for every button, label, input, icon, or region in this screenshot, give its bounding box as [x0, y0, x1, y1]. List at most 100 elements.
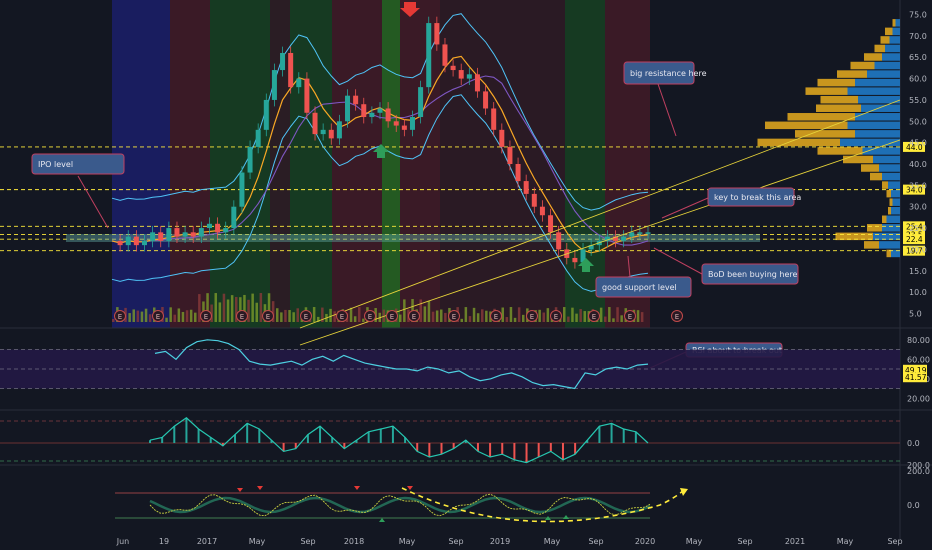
earnings-marker-label: E — [266, 313, 270, 321]
volume-profile-buy — [892, 19, 896, 27]
volume-bar — [599, 307, 603, 322]
volume-profile-sell — [882, 224, 900, 232]
regime-band-green-bright — [382, 0, 400, 328]
rsi-value-label: 41.57 — [905, 373, 927, 382]
volume-bar — [505, 317, 509, 322]
volume-profile-buy — [757, 138, 840, 147]
volume-profile-sell — [867, 70, 900, 78]
volume-bar — [247, 299, 250, 322]
time-axis-label: May — [686, 537, 703, 546]
volume-profile-buy — [817, 147, 863, 155]
volume-bar — [640, 312, 644, 322]
volume-profile-sell — [886, 215, 900, 224]
earnings-marker-label: E — [494, 313, 498, 321]
candle-body — [466, 74, 472, 79]
volume-profile-sell — [873, 155, 900, 164]
rsi-axis-label: 20.00 — [907, 394, 930, 403]
candle-body — [507, 146, 513, 164]
volume-bar — [333, 311, 336, 322]
annotation-text: good support level — [602, 283, 677, 292]
volume-bar — [362, 318, 365, 322]
volume-bar — [194, 312, 197, 322]
volume-profile-sell — [882, 53, 900, 61]
volume-bar — [464, 307, 468, 322]
chart-canvas[interactable]: 44.034.025.423.522.419.7 EEEEEEEEEEEEEEE… — [0, 0, 932, 550]
candle-body — [296, 78, 302, 88]
volume-bar — [444, 312, 447, 322]
volume-profile-buy — [867, 224, 882, 232]
volume-bar — [218, 302, 222, 322]
price-axis-label: 60.0 — [909, 75, 927, 84]
volume-bar — [608, 307, 611, 322]
volume-profile-buy — [880, 36, 890, 44]
time-axis-label: May — [544, 537, 561, 546]
earnings-marker-label: E — [675, 313, 679, 321]
time-axis-label: May — [399, 537, 416, 546]
candle-body — [215, 223, 221, 233]
volume-bar — [222, 293, 226, 322]
volume-bar — [255, 302, 258, 322]
candle-body — [231, 206, 237, 229]
candle-body — [539, 206, 545, 216]
earnings-marker-label: E — [592, 313, 596, 321]
volume-profile-buy — [787, 113, 855, 121]
volume-profile-buy — [817, 78, 855, 87]
volume-bar — [169, 307, 172, 322]
volume-bar — [431, 311, 435, 322]
price-axis[interactable]: 5.0 10.0 15.0 20.0 25.0 30.0 35.0 40.0 45.0 50.0 5… — [909, 11, 927, 319]
candle-body — [629, 232, 635, 237]
volume-profile-sell — [879, 241, 900, 249]
earnings-marker-label: E — [628, 313, 632, 321]
volume-bar — [563, 307, 566, 322]
candle-body — [117, 240, 123, 246]
volume-bar — [148, 314, 152, 322]
volume-bar — [136, 310, 140, 322]
volume-bar — [423, 306, 427, 322]
volume-bar — [292, 312, 295, 322]
volume-bar — [419, 299, 422, 322]
price-axis-label: 30.0 — [909, 203, 927, 212]
candle-body — [166, 228, 172, 241]
volume-bar — [468, 316, 472, 322]
candle-body — [458, 70, 464, 79]
volume-profile-buy — [850, 61, 875, 70]
candle-body — [198, 228, 204, 237]
candle-body — [141, 240, 147, 246]
candle-body — [206, 223, 212, 229]
price-axis-label: 75.0 — [909, 11, 927, 20]
annotation-text: IPO level — [38, 160, 73, 169]
time-axis-label: May — [837, 537, 854, 546]
volume-profile-buy — [765, 121, 848, 130]
candle-body — [353, 95, 359, 105]
time-axis-label: Sep — [448, 537, 463, 546]
volume-profile-sell — [855, 130, 900, 138]
candle-body — [190, 232, 196, 237]
candle-body — [288, 52, 294, 88]
time-axis-label: 2018 — [344, 537, 364, 546]
volume-bar — [620, 315, 623, 322]
earnings-marker-label: E — [340, 313, 344, 321]
volume-bar — [276, 308, 279, 322]
volume-profile-sell — [882, 172, 900, 181]
price-axis-label: 25.0 — [909, 224, 927, 233]
volume-bar — [288, 310, 291, 322]
rsi-axis-label: 80.00 — [907, 336, 930, 345]
volume-bar — [329, 308, 332, 322]
price-axis-label: 45.0 — [909, 139, 927, 148]
price-axis-label: 35.0 — [909, 181, 927, 190]
volume-profile-sell — [840, 138, 900, 147]
candle-body — [474, 74, 480, 92]
volume-bar — [214, 293, 217, 322]
volume-bar — [165, 317, 168, 322]
price-axis-label: 15.0 — [909, 267, 927, 276]
price-level-label: 22.4 — [906, 235, 923, 244]
volume-profile-sell — [847, 121, 900, 130]
regime-band-green — [290, 0, 332, 328]
volume-bar — [189, 309, 193, 322]
time-axis-label: 19 — [159, 537, 169, 546]
volume-profile-sell — [874, 61, 900, 70]
volume-profile-sell — [895, 19, 900, 27]
volume-profile-sell — [879, 164, 900, 172]
volume-bar — [501, 307, 504, 322]
volume-bar — [440, 309, 443, 322]
